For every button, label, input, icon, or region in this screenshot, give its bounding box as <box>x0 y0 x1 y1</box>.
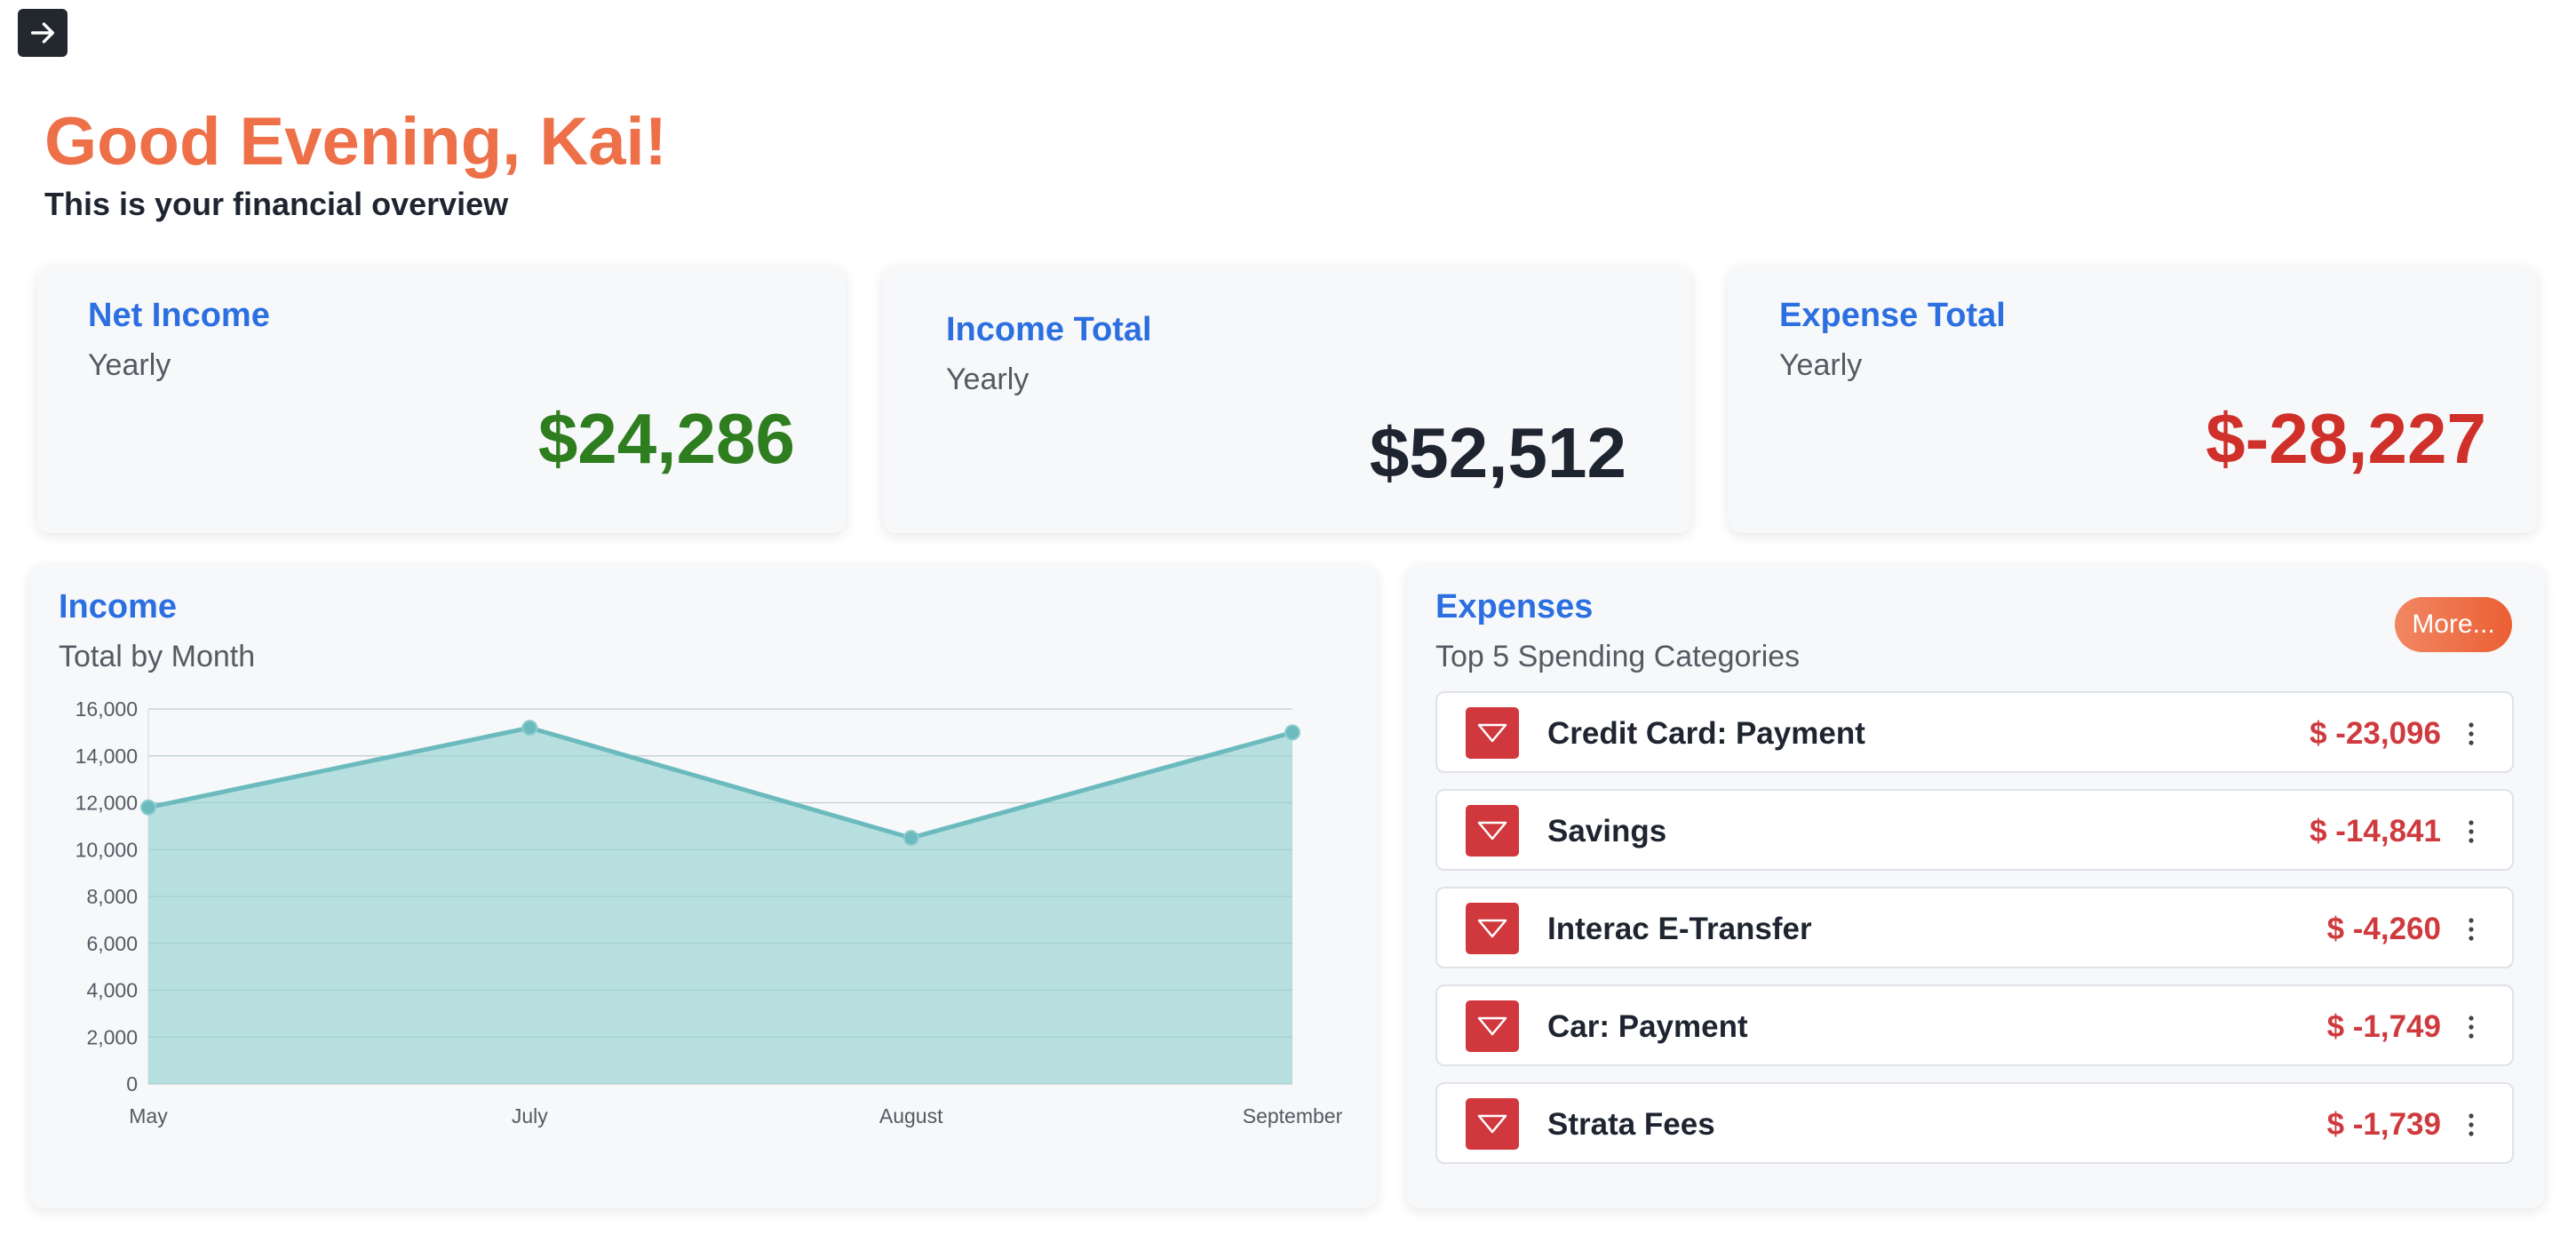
arrow-right-icon <box>30 22 55 44</box>
card-title: Income Total <box>946 311 1152 348</box>
down-triangle-icon <box>1466 1098 1519 1150</box>
y-tick-label: 0 <box>126 1072 138 1096</box>
card-period: Yearly <box>88 348 171 382</box>
income-total-card: Income Total Yearly $52,512 <box>883 267 1691 533</box>
expenses-panel-subtitle: Top 5 Spending Categories <box>1435 640 1801 673</box>
x-tick-label: May <box>129 1104 168 1127</box>
y-tick-label: 2,000 <box>86 1025 138 1048</box>
net-income-card: Net Income Yearly $24,286 <box>37 267 846 533</box>
expense-amount: $ -14,841 <box>2310 814 2441 849</box>
kebab-menu-icon[interactable] <box>2466 916 2477 943</box>
down-triangle-icon <box>1466 805 1519 857</box>
expense-label: Savings <box>1547 814 1667 849</box>
kebab-menu-icon[interactable] <box>2466 721 2477 747</box>
x-tick-label: August <box>879 1104 943 1127</box>
expenses-panel-title: Expenses <box>1435 588 1594 625</box>
y-tick-label: 12,000 <box>76 792 138 815</box>
y-tick-label: 14,000 <box>76 745 138 768</box>
expense-amount: $ -1,739 <box>2326 1107 2441 1142</box>
expense-amount: $ -4,260 <box>2326 912 2441 946</box>
data-point <box>902 830 919 847</box>
down-triangle-icon <box>1466 903 1519 954</box>
nav-toggle-button[interactable] <box>18 9 68 57</box>
card-title: Net Income <box>88 297 270 334</box>
expense-label: Credit Card: Payment <box>1547 716 1865 751</box>
expense-row[interactable]: Savings $ -14,841 <box>1435 789 2514 871</box>
down-triangle-icon <box>1466 707 1519 759</box>
expense-label: Interac E-Transfer <box>1547 912 1812 946</box>
y-tick-label: 4,000 <box>86 979 138 1002</box>
kebab-menu-icon[interactable] <box>2466 1014 2477 1040</box>
expense-amount: $ -23,096 <box>2310 716 2441 751</box>
income-chart: 0 2,000 4,000 6,000 8,000 10,000 12,000 14,000 1… <box>76 697 1343 1127</box>
expense-row[interactable]: Interac E-Transfer $ -4,260 <box>1435 887 2514 968</box>
greeting-title: Good Evening, Kai! <box>44 104 667 179</box>
card-value: $24,286 <box>537 399 795 478</box>
y-tick-label: 10,000 <box>76 838 138 861</box>
expense-row[interactable]: Credit Card: Payment $ -23,096 <box>1435 691 2514 773</box>
expense-label: Car: Payment <box>1547 1009 1748 1044</box>
expenses-panel: Expenses Top 5 Spending Categories More.… <box>1407 565 2544 1208</box>
data-point <box>521 720 538 737</box>
expense-row[interactable]: Strata Fees $ -1,739 <box>1435 1082 2514 1164</box>
y-tick-label: 6,000 <box>86 932 138 955</box>
expense-amount: $ -1,749 <box>2326 1009 2441 1044</box>
down-triangle-icon <box>1466 1000 1519 1052</box>
data-point <box>140 799 156 816</box>
kebab-menu-icon[interactable] <box>2466 818 2477 845</box>
card-value: $-28,227 <box>2206 399 2486 478</box>
kebab-menu-icon[interactable] <box>2466 1112 2477 1138</box>
expense-label: Strata Fees <box>1547 1107 1715 1142</box>
card-period: Yearly <box>1779 348 1863 382</box>
data-point <box>1284 724 1300 741</box>
x-tick-label: July <box>512 1104 548 1127</box>
expense-total-card: Expense Total Yearly $-28,227 <box>1729 267 2537 533</box>
income-panel: Income Total by Month 0 2,000 4,000 6,000 8,… <box>30 565 1377 1208</box>
y-tick-label: 8,000 <box>86 885 138 908</box>
x-tick-label: September <box>1243 1104 1343 1127</box>
card-title: Expense Total <box>1779 297 2006 334</box>
y-tick-label: 16,000 <box>76 697 138 721</box>
more-button[interactable]: More... <box>2395 597 2512 652</box>
card-value: $52,512 <box>1369 413 1626 492</box>
overview-subtitle: This is your financial overview <box>44 186 509 222</box>
expense-row[interactable]: Car: Payment $ -1,749 <box>1435 984 2514 1066</box>
card-period: Yearly <box>946 363 1030 396</box>
